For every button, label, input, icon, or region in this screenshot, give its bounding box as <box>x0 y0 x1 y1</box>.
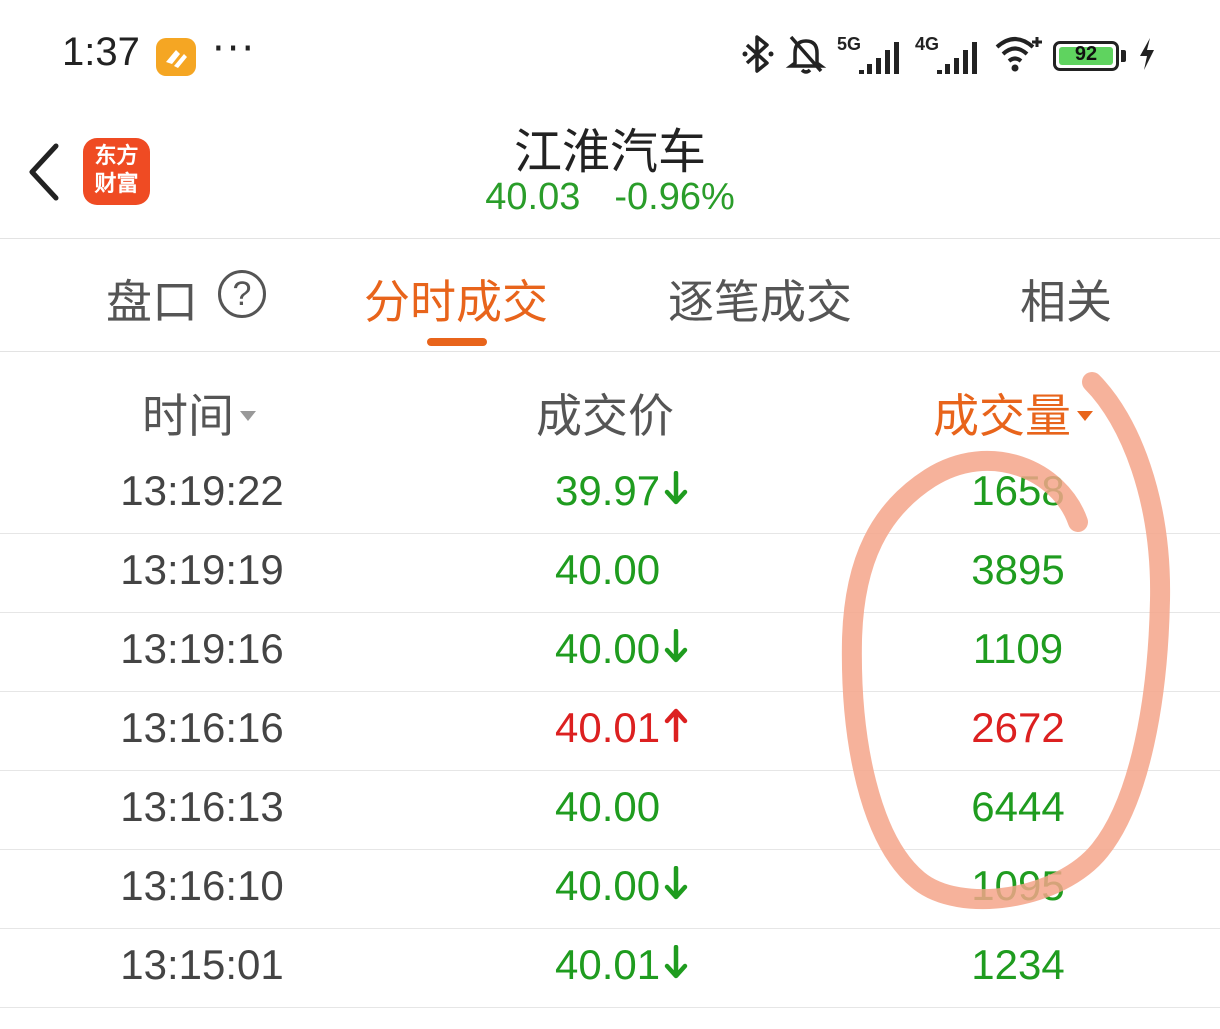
table-row[interactable]: 13:19:16 40.00 1109 <box>0 613 1220 692</box>
trade-time: 13:16:16 <box>120 704 284 751</box>
tab-pankou[interactable]: 盘口 <box>106 266 198 332</box>
trade-price: 40.00 <box>555 546 660 594</box>
table-row[interactable]: 13:15:01 40.01 1234 <box>0 929 1220 1008</box>
trade-time: 13:19:16 <box>120 625 284 672</box>
arrow-down-icon <box>664 862 688 910</box>
trade-price-value: 40.00 <box>555 783 661 830</box>
column-header-volume[interactable]: 成交量 <box>933 380 1093 446</box>
wifi-icon <box>993 33 1043 79</box>
status-icons: 5G 4G 92 <box>741 34 1158 78</box>
battery-level: 92 <box>1074 43 1098 65</box>
trade-volume: 3895 <box>971 546 1065 593</box>
status-time: 1:37 <box>62 30 140 74</box>
trade-price: 39.97 <box>555 467 688 518</box>
stock-quote: 40.03 -0.96% <box>0 176 1220 219</box>
trade-price: 40.00 <box>555 862 688 913</box>
header-divider <box>0 238 1220 239</box>
trade-price: 40.01 <box>555 704 688 755</box>
trade-price: 40.00 <box>555 625 688 676</box>
tab-time-sharing-trades[interactable]: 分时成交 <box>364 266 548 332</box>
trade-volume: 1234 <box>971 941 1065 988</box>
trade-volume: 1109 <box>972 625 1064 672</box>
help-icon[interactable]: ? <box>218 270 266 318</box>
active-tab-indicator <box>427 338 487 346</box>
trade-time: 13:15:01 <box>120 941 284 988</box>
tab-related[interactable]: 相关 <box>1020 266 1112 332</box>
tabs-divider <box>0 351 1220 352</box>
trade-time: 13:16:13 <box>120 783 284 830</box>
trade-volume: 2672 <box>971 704 1065 751</box>
column-header-price[interactable]: 成交价 <box>536 380 674 446</box>
bluetooth-icon <box>741 33 775 79</box>
stock-price: 40.03 <box>485 176 581 218</box>
sort-caret-icon <box>1077 410 1093 421</box>
signal-5g-icon: 5G <box>837 34 905 78</box>
table-row[interactable]: 13:19:19 40.00 3895 <box>0 534 1220 613</box>
arrow-down-icon <box>664 941 688 989</box>
battery-icon: 92 <box>1053 41 1119 71</box>
arrow-up-icon <box>664 704 688 752</box>
trade-time: 13:19:22 <box>120 467 284 514</box>
table-row[interactable]: 13:16:10 40.00 1095 <box>0 850 1220 929</box>
table-row[interactable]: 13:16:16 40.01 2672 <box>0 692 1220 771</box>
column-header-time[interactable]: 时间 <box>142 380 256 446</box>
charging-icon <box>1136 36 1158 76</box>
stock-name: 江淮汽车 <box>513 124 706 180</box>
trade-price: 40.01 <box>555 941 688 992</box>
trade-volume: 1658 <box>971 467 1065 514</box>
row-divider <box>0 1007 1220 1008</box>
arrow-down-icon <box>664 467 688 515</box>
battery-cap <box>1121 50 1126 62</box>
trade-volume: 6444 <box>971 783 1065 830</box>
stock-change: -0.96% <box>614 176 735 218</box>
mute-bell-icon <box>785 33 827 79</box>
notification-app-icon <box>156 38 196 76</box>
status-bar: 1:37 ··· 5G 4G 92 <box>0 0 1220 110</box>
trade-time: 13:16:10 <box>120 862 284 909</box>
table-row[interactable]: 13:19:22 39.97 1658 <box>0 455 1220 534</box>
trade-price: 40.00 <box>555 783 660 831</box>
more-notifications-icon: ··· <box>212 26 257 72</box>
trade-price-value: 40.00 <box>555 546 661 593</box>
trade-volume: 1095 <box>971 862 1065 909</box>
trade-price-value: 40.01 <box>555 941 661 988</box>
trade-price-value: 40.00 <box>555 862 661 909</box>
trade-price-value: 39.97 <box>555 467 661 514</box>
table-row[interactable]: 13:16:13 40.00 6444 <box>0 771 1220 850</box>
tab-tick-trades[interactable]: 逐笔成交 <box>668 266 852 332</box>
sort-caret-icon <box>240 410 256 421</box>
trade-time: 13:19:19 <box>120 546 284 593</box>
trade-price-value: 40.00 <box>555 625 661 672</box>
trade-price-value: 40.01 <box>555 704 661 751</box>
signal-4g-icon: 4G <box>915 34 983 78</box>
arrow-down-icon <box>664 625 688 673</box>
